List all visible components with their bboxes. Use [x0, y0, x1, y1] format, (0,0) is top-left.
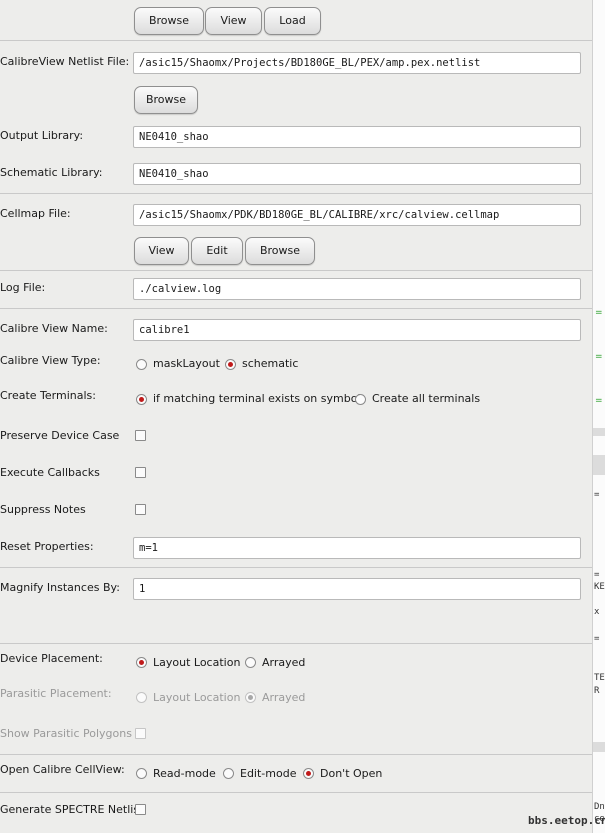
separator: [0, 40, 592, 41]
magnify-label: Magnify Instances By:: [0, 581, 120, 594]
cellmap-label: Cellmap File:: [0, 207, 71, 220]
radio-schematic-label: schematic: [242, 357, 299, 370]
radio-parasitic-layout-location: [136, 692, 147, 703]
show-parasitic-polygons-checkbox: [135, 728, 146, 739]
separator: [0, 754, 592, 755]
background-text: x: [594, 607, 600, 617]
background-text: R: [594, 686, 600, 696]
create-terminals-label: Create Terminals:: [0, 389, 96, 402]
cellmap-browse-button[interactable]: Browse: [245, 237, 315, 265]
separator: [0, 193, 592, 194]
radio-device-layout-location[interactable]: [136, 657, 147, 668]
radio-device-arrayed[interactable]: [245, 657, 256, 668]
marker-icon: =: [595, 352, 603, 362]
radio-edit-mode-label: Edit-mode: [240, 767, 297, 780]
radio-if-matching-terminal-label: if matching terminal exists on symbol: [153, 392, 361, 405]
radio-masklayout[interactable]: [136, 359, 147, 370]
separator: [0, 567, 592, 568]
background-text: KE: [594, 582, 605, 592]
background-text: =: [594, 490, 600, 500]
top-view-button[interactable]: View: [205, 7, 262, 35]
cellmap-file-field[interactable]: /asic15/Shaomx/PDK/BD180GE_BL/CALIBRE/xr…: [133, 204, 581, 226]
reset-properties-field[interactable]: m=1: [133, 537, 581, 559]
separator: [0, 270, 592, 271]
radio-device-layout-location-label: Layout Location: [153, 656, 241, 669]
marker-icon: =: [595, 396, 603, 406]
top-browse-button[interactable]: Browse: [134, 7, 204, 35]
view-name-field[interactable]: calibre1: [133, 319, 581, 341]
radio-schematic[interactable]: [225, 359, 236, 370]
background-text: Dn: [594, 802, 605, 812]
radio-dont-open[interactable]: [303, 768, 314, 779]
radio-parasitic-arrayed: [245, 692, 256, 703]
background-toolbar: [593, 742, 605, 752]
radio-parasitic-layout-location-label: Layout Location: [153, 691, 241, 704]
schematic-library-label: Schematic Library:: [0, 166, 103, 179]
show-parasitic-polygons-label: Show Parasitic Polygons: [0, 727, 132, 740]
view-type-label: Calibre View Type:: [0, 354, 101, 367]
output-library-field[interactable]: NE0410_shao: [133, 126, 581, 148]
log-file-label: Log File:: [0, 281, 46, 294]
watermark: bbs.eetop.cn: [528, 814, 605, 827]
open-cellview-label: Open Calibre CellView:: [0, 763, 125, 776]
separator: [0, 792, 592, 793]
marker-icon: =: [595, 308, 603, 318]
background-toolbar: [593, 455, 605, 475]
radio-create-all-terminals-label: Create all terminals: [372, 392, 481, 405]
cellmap-view-button[interactable]: View: [134, 237, 189, 265]
radio-dont-open-label: Don't Open: [320, 767, 383, 780]
radio-masklayout-label: maskLayout: [153, 357, 220, 370]
log-file-field[interactable]: ./calview.log: [133, 278, 581, 300]
generate-spectre-label: Generate SPECTRE Netlist: [0, 803, 144, 816]
netlist-label: CalibreView Netlist File:: [0, 55, 130, 68]
calibre-view-setup-dialog: Browse View Load CalibreView Netlist Fil…: [0, 0, 592, 833]
preserve-device-case-checkbox[interactable]: [135, 430, 146, 441]
top-load-button[interactable]: Load: [264, 7, 321, 35]
device-placement-label: Device Placement:: [0, 652, 103, 665]
cellmap-edit-button[interactable]: Edit: [191, 237, 243, 265]
execute-callbacks-checkbox[interactable]: [135, 467, 146, 478]
background-window: = = = = = KE x = TE R Dn ce: [592, 0, 605, 833]
execute-callbacks-label: Execute Callbacks: [0, 466, 100, 479]
separator: [0, 308, 592, 309]
background-text: =: [594, 634, 600, 644]
netlist-browse-button[interactable]: Browse: [134, 86, 198, 114]
radio-read-mode-label: Read-mode: [153, 767, 216, 780]
radio-edit-mode[interactable]: [223, 768, 234, 779]
separator: [0, 643, 592, 644]
radio-create-all-terminals[interactable]: [355, 394, 366, 405]
background-text: =: [594, 570, 600, 580]
parasitic-placement-label: Parasitic Placement:: [0, 687, 112, 700]
radio-device-arrayed-label: Arrayed: [262, 656, 306, 669]
background-toolbar: [593, 428, 605, 436]
output-library-label: Output Library:: [0, 129, 84, 142]
suppress-notes-label: Suppress Notes: [0, 503, 86, 516]
preserve-device-case-label: Preserve Device Case: [0, 429, 120, 442]
generate-spectre-checkbox[interactable]: [135, 804, 146, 815]
background-text: TE: [594, 673, 605, 683]
suppress-notes-checkbox[interactable]: [135, 504, 146, 515]
reset-properties-label: Reset Properties:: [0, 540, 94, 553]
magnify-field[interactable]: 1: [133, 578, 581, 600]
radio-parasitic-arrayed-label: Arrayed: [262, 691, 306, 704]
radio-if-matching-terminal[interactable]: [136, 394, 147, 405]
schematic-library-field[interactable]: NE0410_shao: [133, 163, 581, 185]
radio-read-mode[interactable]: [136, 768, 147, 779]
view-name-label: Calibre View Name:: [0, 322, 108, 335]
netlist-file-field[interactable]: /asic15/Shaomx/Projects/BD180GE_BL/PEX/a…: [133, 52, 581, 74]
